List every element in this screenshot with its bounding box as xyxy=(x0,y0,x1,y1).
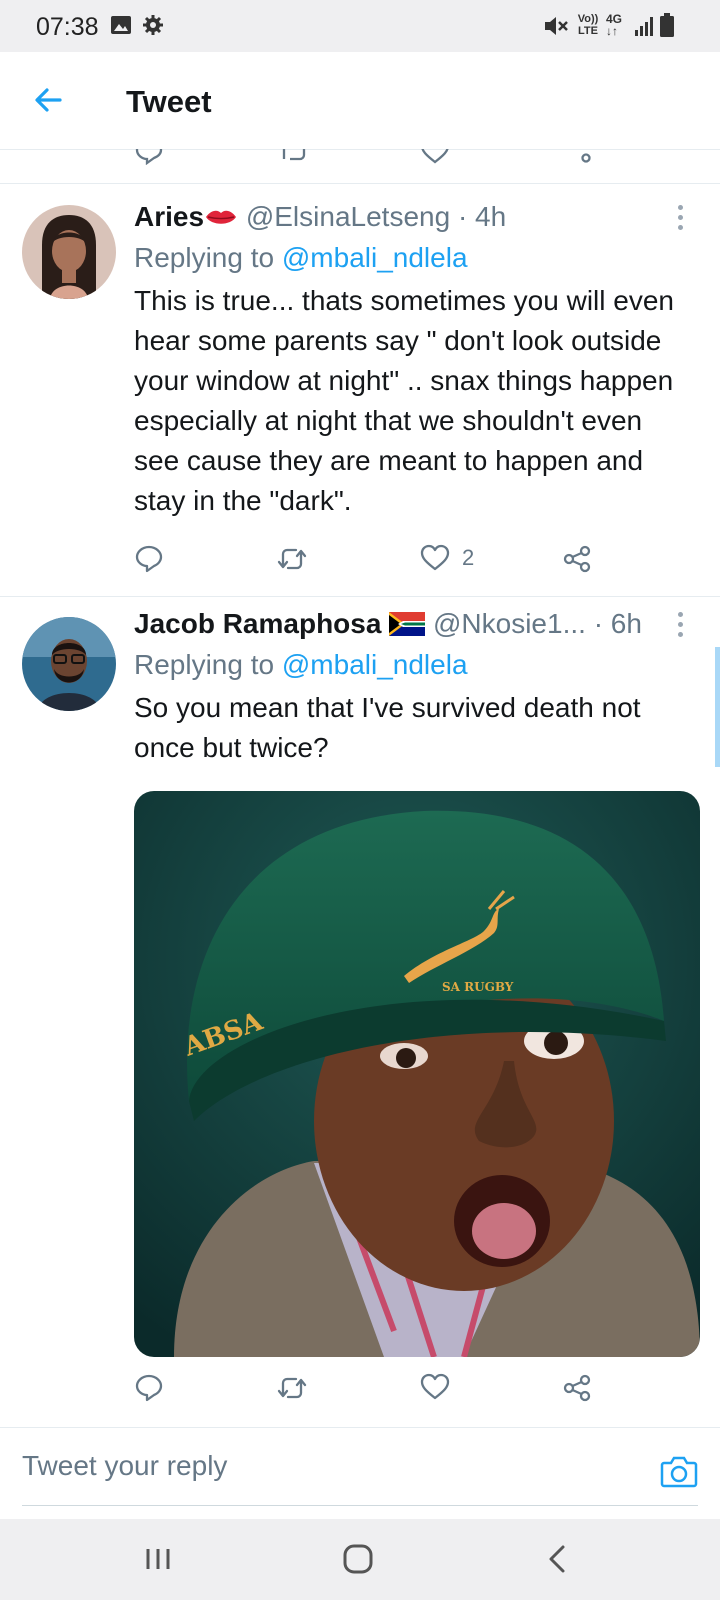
4g-icon: 4G ↓↑ xyxy=(606,12,623,38)
share-button[interactable] xyxy=(562,1373,592,1403)
display-name[interactable]: Aries xyxy=(134,201,204,232)
tweet-text: So you mean that I've survived death not… xyxy=(134,692,641,763)
home-icon[interactable] xyxy=(342,1543,374,1580)
replying-label: Replying to xyxy=(134,649,275,680)
image-icon xyxy=(110,14,132,41)
tweet-media-image[interactable]: SA RUGBY ABSA xyxy=(134,791,700,1357)
like-count: 2 xyxy=(462,545,475,570)
tweet-actions: 2 xyxy=(134,544,604,580)
lips-emoji xyxy=(204,201,238,232)
reply-icon xyxy=(135,545,163,573)
south-africa-flag xyxy=(389,608,426,639)
reply-input[interactable]: Tweet your reply xyxy=(22,1450,227,1482)
app-bar: Tweet xyxy=(0,52,720,150)
tweet-text: This is true... thats sometimes you will… xyxy=(134,285,674,516)
retweet-button[interactable] xyxy=(276,544,308,574)
retweet-button[interactable] xyxy=(276,1373,308,1403)
page-title: Tweet xyxy=(126,84,212,119)
mute-icon xyxy=(542,14,568,43)
gear-icon xyxy=(142,14,164,41)
heart-icon xyxy=(420,544,450,571)
replying-label: Replying to xyxy=(134,242,275,273)
separator: · xyxy=(457,201,468,232)
battery-icon xyxy=(660,13,674,42)
retweet-icon xyxy=(277,1377,307,1399)
reply-bar: Tweet your reply xyxy=(0,1427,720,1520)
tweet-time: 6h xyxy=(610,608,642,639)
volte-icon: Vo)) LTE xyxy=(577,13,599,37)
camera-icon[interactable] xyxy=(660,1454,698,1493)
separator: · xyxy=(593,608,604,639)
display-name[interactable]: Jacob Ramaphosa xyxy=(134,608,381,639)
share-button[interactable] xyxy=(562,544,592,574)
more-options-icon[interactable] xyxy=(678,612,684,642)
heart-icon xyxy=(420,1373,450,1400)
reply-button[interactable] xyxy=(134,544,164,574)
scroll-thumb[interactable] xyxy=(715,647,720,767)
more-options-icon[interactable] xyxy=(678,205,684,235)
mention-link[interactable]: @mbali_ndlela xyxy=(282,649,468,680)
share-icon xyxy=(563,1374,591,1402)
avatar[interactable] xyxy=(22,617,116,711)
status-bar: 07:38 Vo)) LTE 4G ↓↑ xyxy=(0,0,720,52)
like-button[interactable] xyxy=(420,1373,450,1401)
replying-to: Replying to @mbali_ndlela xyxy=(134,242,468,274)
network-label: 4G xyxy=(606,12,623,26)
recent-apps-icon[interactable] xyxy=(142,1543,174,1580)
tweet-actions xyxy=(134,1373,604,1409)
reply-button[interactable] xyxy=(134,1373,164,1403)
back-icon[interactable] xyxy=(542,1543,574,1580)
user-handle[interactable]: @ElsinaLetseng xyxy=(246,201,450,232)
signal-icon xyxy=(634,16,656,41)
tweet-header: Aries @ElsinaLetseng · 4h xyxy=(134,201,506,233)
avatar[interactable] xyxy=(22,205,116,299)
beanie-front-text: SA RUGBY xyxy=(442,980,514,994)
replying-to: Replying to @mbali_ndlela xyxy=(134,649,468,681)
arrow-left-icon[interactable] xyxy=(30,82,66,123)
mention-link[interactable]: @mbali_ndlela xyxy=(282,242,468,273)
input-underline xyxy=(22,1505,698,1506)
like-button[interactable]: 2 xyxy=(420,544,474,572)
tweet-time: 4h xyxy=(475,201,507,232)
retweet-icon xyxy=(277,548,307,570)
tweet-item[interactable]: Aries @ElsinaLetseng · 4h Replying to @m… xyxy=(0,183,720,597)
previous-tweet-actions xyxy=(0,149,720,184)
user-handle[interactable]: @Nkosie1... xyxy=(433,608,586,639)
reply-icon xyxy=(135,1374,163,1402)
status-time: 07:38 xyxy=(36,13,99,41)
system-nav-bar xyxy=(0,1519,720,1600)
tweet-header: Jacob Ramaphosa @Nkosie1... · 6h xyxy=(134,608,642,640)
share-icon xyxy=(563,545,591,573)
